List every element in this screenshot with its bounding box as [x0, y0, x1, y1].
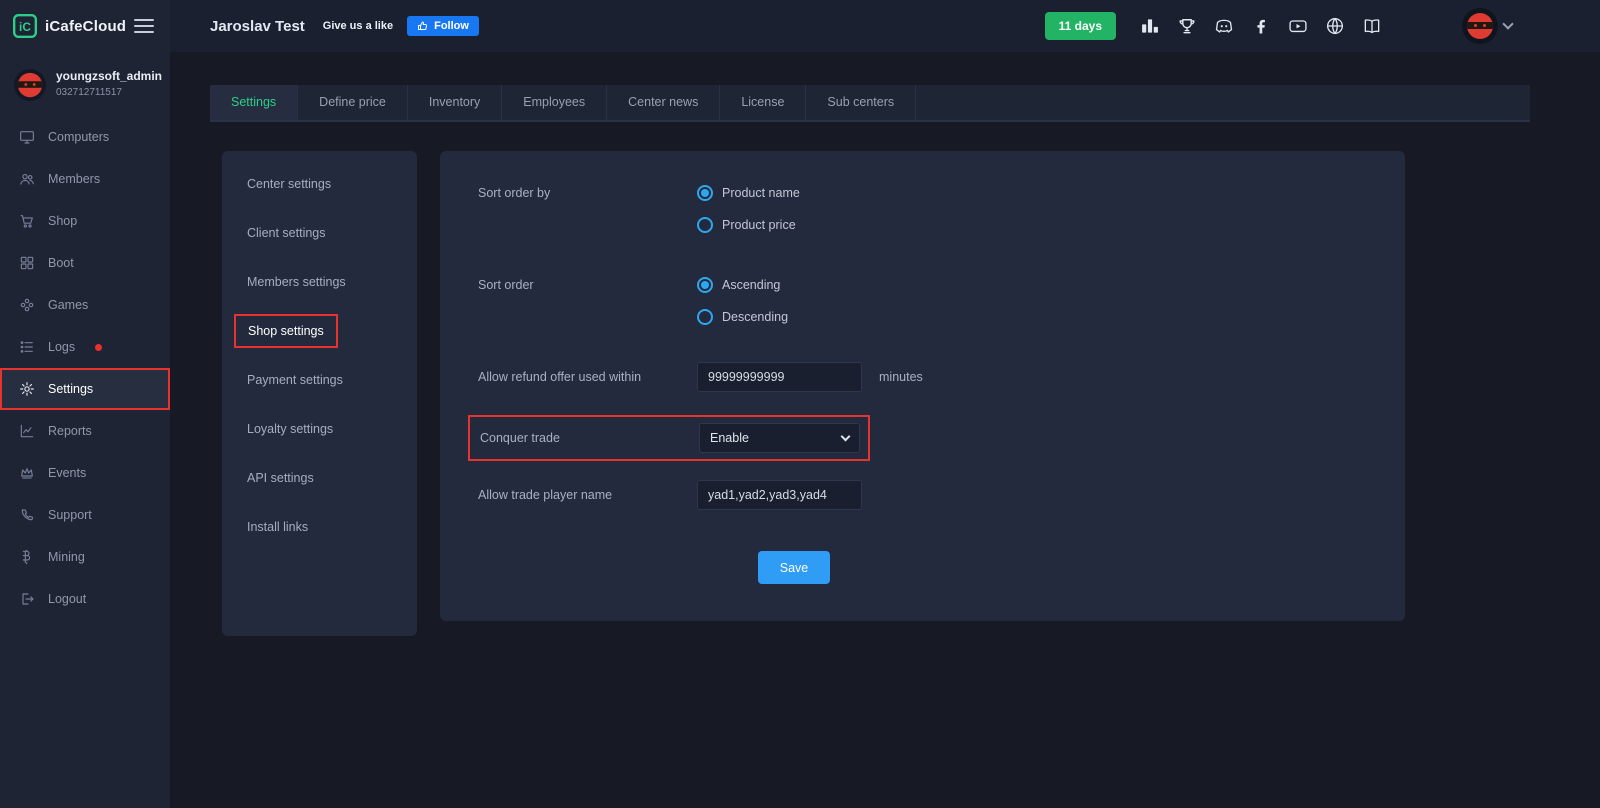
main-content: Settings Define price Inventory Employee…	[170, 52, 1600, 808]
refund-window-input[interactable]	[697, 362, 862, 392]
user-avatar	[14, 69, 46, 101]
tab-center-news[interactable]: Center news	[607, 85, 720, 120]
tab-sub-centers[interactable]: Sub centers	[806, 85, 916, 120]
trophy-icon[interactable]	[1176, 15, 1198, 37]
settings-content: Center settings Client settings Members …	[222, 151, 1600, 636]
user-block: youngzsoft_admin 032712711517	[0, 52, 170, 116]
tab-inventory[interactable]: Inventory	[408, 85, 502, 120]
sidebar-item-boot[interactable]: Boot	[0, 242, 170, 284]
radio-descending[interactable]	[697, 309, 713, 325]
thumbs-up-icon	[417, 20, 429, 32]
center-title: Jaroslav Test	[210, 18, 305, 35]
settings-menu-item-api[interactable]: API settings	[222, 453, 417, 502]
tab-employees[interactable]: Employees	[502, 85, 607, 120]
sort-order-by-label: Sort order by	[478, 186, 697, 200]
facebook-icon[interactable]	[1250, 15, 1272, 37]
like-prompt: Give us a like	[323, 20, 393, 32]
facebook-follow-button[interactable]: Follow	[407, 16, 479, 36]
refund-window-row: Allow refund offer used within minutes	[478, 362, 1405, 392]
sort-order-options: Ascending Descending	[697, 277, 788, 325]
sidebar-item-support[interactable]: Support	[0, 494, 170, 536]
sidebar-item-logs[interactable]: Logs	[0, 326, 170, 368]
sidebar-item-reports[interactable]: Reports	[0, 410, 170, 452]
trade-player-names-input[interactable]	[697, 480, 862, 510]
sidebar-item-logout[interactable]: Logout	[0, 578, 170, 620]
app-logo[interactable]: iC iCafeCloud	[12, 13, 126, 39]
user-name: youngzsoft_admin	[56, 69, 162, 83]
tab-define-price[interactable]: Define price	[298, 85, 408, 120]
sidebar-item-members[interactable]: Members	[0, 158, 170, 200]
tab-settings[interactable]: Settings	[210, 85, 298, 120]
settings-menu-item-loyalty[interactable]: Loyalty settings	[222, 404, 417, 453]
settings-menu-item-payment[interactable]: Payment settings	[222, 355, 417, 404]
topbar-actions: 11 days	[1045, 8, 1600, 44]
leaderboard-icon[interactable]	[1139, 15, 1161, 37]
account-avatar	[1462, 8, 1498, 44]
chevron-down-icon	[1502, 18, 1513, 29]
sort-order-label: Sort order	[478, 278, 697, 292]
hamburger-menu-icon[interactable]	[134, 19, 154, 33]
conquer-trade-row: Conquer trade Enable	[468, 415, 870, 461]
logs-alert-dot	[95, 344, 102, 351]
sidebar-item-computers[interactable]: Computers	[0, 116, 170, 158]
settings-menu-item-install-links[interactable]: Install links	[222, 502, 417, 551]
refund-window-label: Allow refund offer used within	[478, 370, 697, 384]
radio-option-ascending[interactable]: Ascending	[697, 277, 788, 293]
settings-menu-item-shop[interactable]: Shop settings	[222, 306, 417, 355]
radio-option-descending[interactable]: Descending	[697, 309, 788, 325]
license-days-badge[interactable]: 11 days	[1045, 12, 1116, 40]
logo-text: iCafeCloud	[45, 18, 126, 35]
trade-player-names-label: Allow trade player name	[478, 488, 697, 502]
settings-menu-item-center[interactable]: Center settings	[222, 159, 417, 208]
shop-settings-panel: Sort order by Product name Product price…	[440, 151, 1405, 621]
sidebar-item-settings[interactable]: Settings	[0, 368, 170, 410]
sidebar: youngzsoft_admin 032712711517 Computers …	[0, 52, 170, 808]
globe-icon[interactable]	[1324, 15, 1346, 37]
trade-player-names-row: Allow trade player name	[478, 480, 1405, 510]
settings-submenu: Center settings Client settings Members …	[222, 151, 417, 636]
sort-order-row: Sort order Ascending Descending	[478, 277, 1405, 325]
settings-tabbar: Settings Define price Inventory Employee…	[210, 85, 1530, 122]
logo-icon: iC	[12, 13, 38, 39]
user-id: 032712711517	[56, 87, 162, 98]
youtube-icon[interactable]	[1287, 15, 1309, 37]
radio-option-product-name[interactable]: Product name	[697, 185, 800, 201]
radio-product-price[interactable]	[697, 217, 713, 233]
sort-order-by-row: Sort order by Product name Product price	[478, 185, 1405, 233]
conquer-trade-select[interactable]: Enable	[699, 423, 860, 453]
topbar: iC iCafeCloud Jaroslav Test Give us a li…	[0, 0, 1600, 52]
radio-product-name[interactable]	[697, 185, 713, 201]
handbook-icon[interactable]	[1361, 15, 1383, 37]
settings-menu-item-client[interactable]: Client settings	[222, 208, 417, 257]
conquer-trade-label: Conquer trade	[480, 431, 699, 445]
radio-option-product-price[interactable]: Product price	[697, 217, 800, 233]
chevron-down-icon	[841, 431, 851, 441]
radio-ascending[interactable]	[697, 277, 713, 293]
logo-area: iC iCafeCloud	[0, 0, 170, 52]
refund-window-suffix: minutes	[879, 370, 923, 384]
sidebar-item-shop[interactable]: Shop	[0, 200, 170, 242]
account-menu[interactable]	[1462, 8, 1512, 44]
sidebar-item-games[interactable]: Games	[0, 284, 170, 326]
sidebar-item-mining[interactable]: Mining	[0, 536, 170, 578]
sort-order-by-options: Product name Product price	[697, 185, 800, 233]
sidebar-item-events[interactable]: Events	[0, 452, 170, 494]
svg-text:iC: iC	[19, 20, 31, 34]
discord-icon[interactable]	[1213, 15, 1235, 37]
settings-menu-item-members[interactable]: Members settings	[222, 257, 417, 306]
save-button[interactable]: Save	[758, 551, 830, 584]
sidebar-nav: Computers Members Shop Boot Games Logs S…	[0, 116, 170, 620]
tab-license[interactable]: License	[720, 85, 806, 120]
